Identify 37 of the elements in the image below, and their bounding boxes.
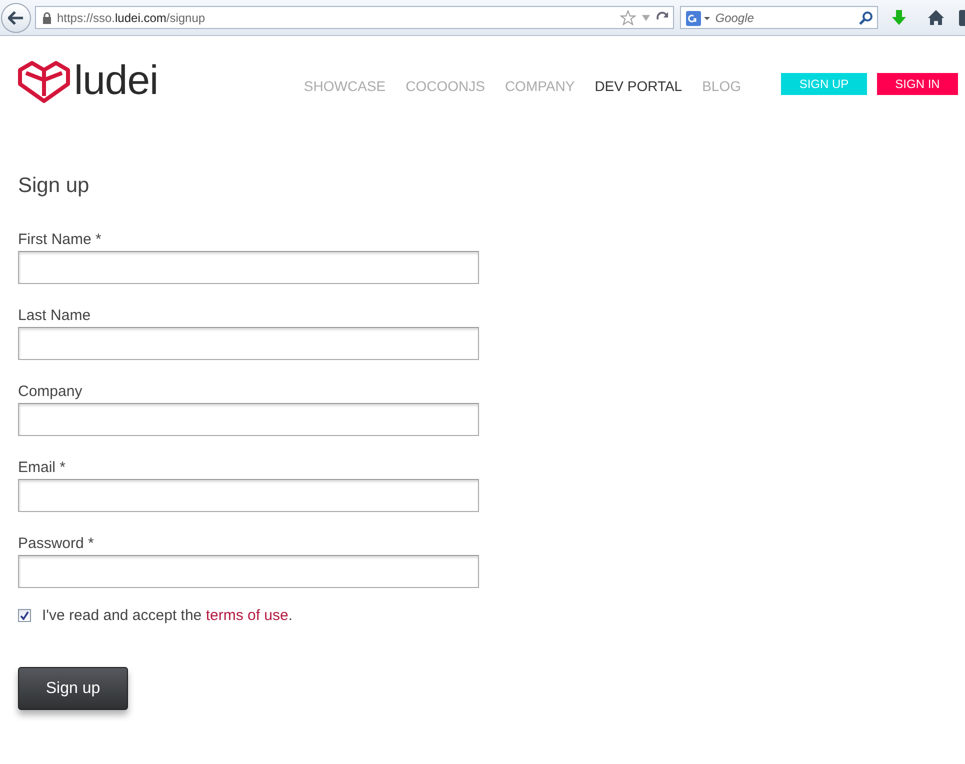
sign-in-button[interactable]: SIGN IN [877,73,958,95]
url-field[interactable]: https://sso.ludei.com/signup [34,6,674,29]
star-icon[interactable] [620,10,636,26]
field-label: Email * [18,459,67,476]
logo-text: ludei [74,60,158,100]
field-label: Password * [18,535,95,552]
terms-link[interactable]: terms of use [206,607,288,624]
home-icon[interactable] [928,10,944,25]
back-arrow-icon [8,11,24,25]
search-placeholder: Google [715,10,754,24]
url-text: https://sso.ludei.com/signup [56,10,206,24]
download-arrow-icon[interactable] [892,10,906,26]
checkbox[interactable] [18,609,31,622]
heart-box-logo-icon [18,61,70,103]
input-field[interactable] [18,403,479,436]
search-icon[interactable] [859,10,874,24]
search-engine-icon[interactable] [685,10,712,26]
input-field[interactable] [18,555,479,588]
nav-link[interactable]: DEV PORTAL [594,78,682,94]
nav-link[interactable]: COMPANY [504,78,575,94]
lock-icon [42,12,52,24]
nav-link[interactable]: BLOG [702,78,741,94]
input-field[interactable] [18,251,479,284]
field-label: First Name * [18,231,102,248]
page-title: Sign up [18,174,90,198]
sign-up-button[interactable]: Sign up [18,667,128,710]
nav-link[interactable]: SHOWCASE [304,78,386,94]
nav-link[interactable]: COCOONJS [406,78,485,94]
back-button[interactable] [1,3,31,33]
input-field[interactable] [18,479,479,512]
search-field[interactable]: Google [680,6,878,29]
input-field[interactable] [18,327,479,360]
field-label: Company [18,383,84,400]
dropdown-icon[interactable] [641,14,652,22]
toolbar-icon[interactable] [959,10,965,26]
terms-consent-text: I've read and accept the terms of use. [42,607,293,624]
field-label: Last Name [18,307,92,324]
